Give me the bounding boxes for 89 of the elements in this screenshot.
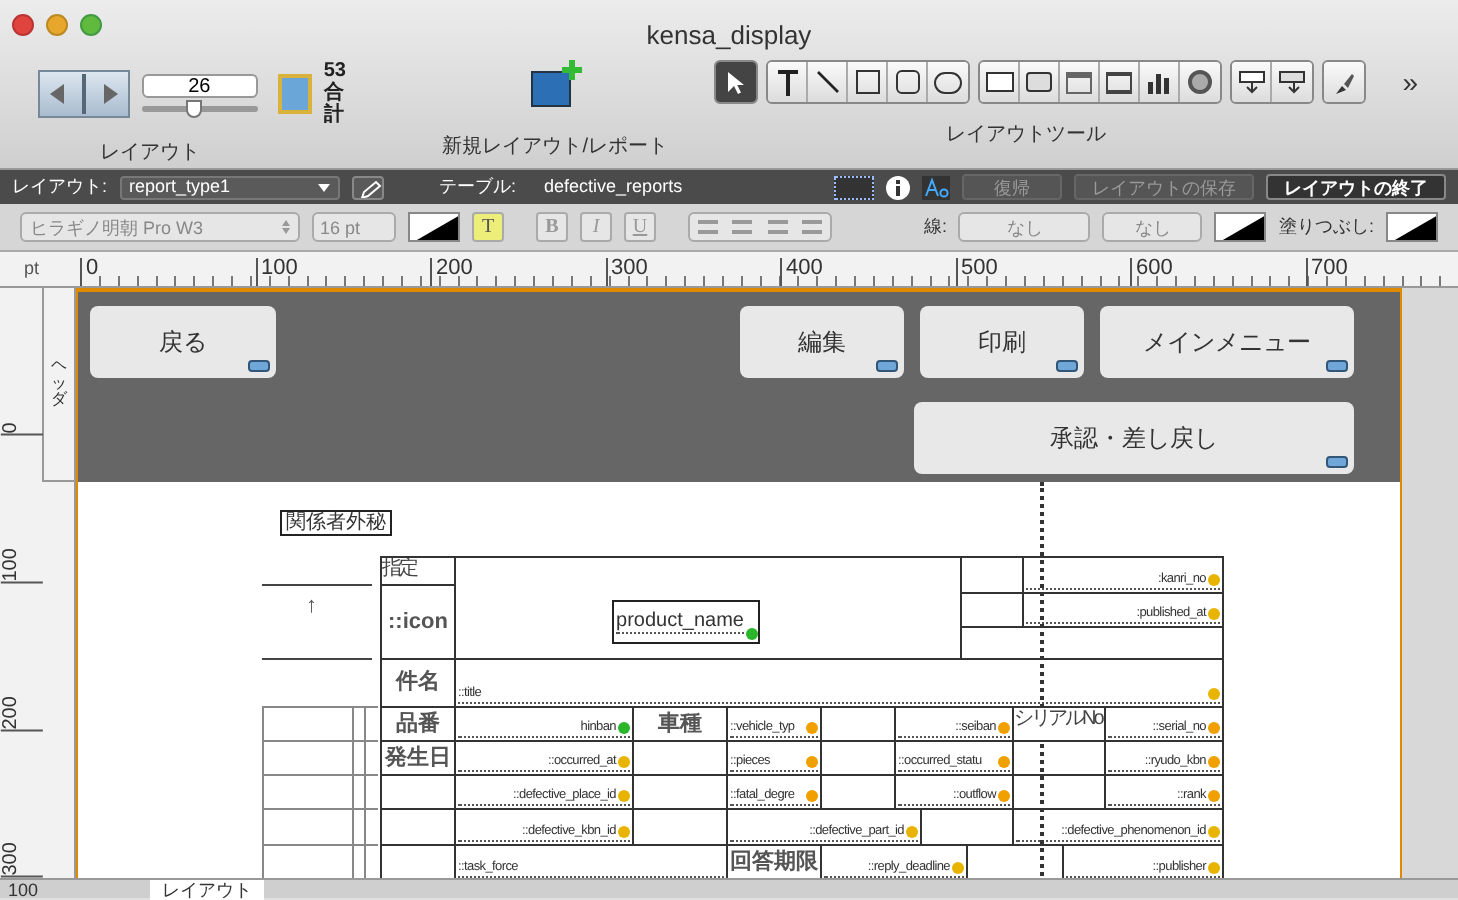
info-icon[interactable] [886,175,910,199]
tool-button[interactable] [1272,62,1313,102]
stepper-icon [282,220,290,234]
header-button[interactable]: 承認・差し戻し [914,402,1354,474]
tool-button[interactable] [768,62,809,102]
line-label: 線: [923,213,947,240]
label-text: シリアルNo [1012,706,1106,742]
tool-button[interactable] [1232,62,1273,102]
minimize-button[interactable] [46,13,68,35]
bar-chart-icon [1146,71,1173,93]
tool-button[interactable] [1180,62,1221,102]
mode-label: レイアウト [150,879,265,899]
button-badge-icon [1326,360,1348,372]
header-button[interactable]: メインメニュー [1100,306,1354,378]
button-tool-icon [1026,72,1053,92]
rounded-rectangle-icon [895,70,920,94]
layout-field: product_name [612,600,760,644]
grid-icon[interactable] [834,175,874,199]
ruler-label: 200 [430,258,605,286]
fill-label: 塗りつぶし: [1278,213,1374,240]
total-label: 合計 [323,82,346,126]
notebook-icon [277,73,312,113]
ruler-label: 700 [1305,258,1458,286]
slider-track[interactable] [141,106,258,112]
tool-button[interactable] [928,62,969,102]
ruler-unit: pt [24,256,40,282]
ruler-label: 300 [605,258,780,286]
arrow-text: ↑ [306,592,317,622]
text-tool-icon [777,69,798,95]
pointer-icon [726,69,747,95]
ruler-label: 400 [780,258,955,286]
confidential-label: 関係者外秘 [280,510,392,536]
header-button[interactable]: 編集 [740,306,904,378]
table-label: テーブル: [439,173,517,200]
field-tool-icon [985,72,1014,92]
new-layout-label: 新規レイアウト/レポート [442,133,668,162]
ruler-label: 200 [0,583,43,731]
overflow-button[interactable]: » [1402,61,1418,103]
book-navigation-icon[interactable] [38,69,130,117]
table-name: defective_reports [544,173,683,200]
color-swatch[interactable] [408,212,460,242]
tool-button[interactable] [1140,62,1181,102]
window-title: kensa_display [644,18,814,55]
ruler-label: 500 [955,258,1130,286]
tab-control-icon [1066,71,1093,93]
ruler-label: 600 [1130,258,1305,286]
part-label: ヘッダ [51,357,68,411]
tool-button[interactable] [848,62,889,102]
tool-button[interactable] [1020,62,1061,102]
rectangle-tool-icon [855,70,880,94]
caret-icon [317,183,330,191]
tool-button[interactable] [888,62,929,102]
button-badge-icon [1056,360,1078,372]
portal-tool-icon [1106,71,1133,93]
tool-button[interactable] [1100,62,1141,102]
layout-bar-button[interactable]: レイアウトの終了 [1266,174,1446,200]
slider-thumb[interactable] [185,100,202,118]
layout-dropdown[interactable]: report_type1 [119,175,340,199]
tool-button[interactable] [808,62,849,102]
color-swatch[interactable] [1386,212,1438,242]
globe-icon [1188,70,1213,94]
layout-tools-label: レイアウトツール [946,122,1107,150]
ruler-label: 0 [0,288,43,436]
record-number-field[interactable]: 26 [141,74,258,98]
pencil-icon[interactable] [351,175,384,199]
brush-icon [1332,69,1357,95]
oval-tool-icon [934,71,963,93]
new-layout-icon[interactable] [529,60,582,108]
layout-menu-label: レイアウト: [12,173,108,200]
header-button[interactable]: 戻る [90,306,276,378]
total-count: 53 [323,60,348,82]
layout-label: レイアウト [100,140,200,168]
zoom-level: 100 [8,879,39,899]
button-badge-icon [248,360,270,372]
button-badge-icon [1326,456,1348,468]
font-style-icon[interactable] [922,175,950,199]
tool-button[interactable] [980,62,1021,102]
ruler-label: 100 [255,258,430,286]
part-tool-icon [1278,70,1307,94]
line-tool-icon [815,70,840,94]
color-swatch[interactable] [1214,212,1267,242]
header-button[interactable]: 印刷 [920,306,1084,378]
ruler-label: 0 [80,258,255,286]
button-badge-icon [876,360,898,372]
ruler-label: 100 [0,435,43,583]
close-button[interactable] [12,13,34,35]
field-picker-icon [1237,70,1266,94]
zoom-button[interactable] [80,13,102,35]
text-style-button[interactable]: T [472,212,504,242]
